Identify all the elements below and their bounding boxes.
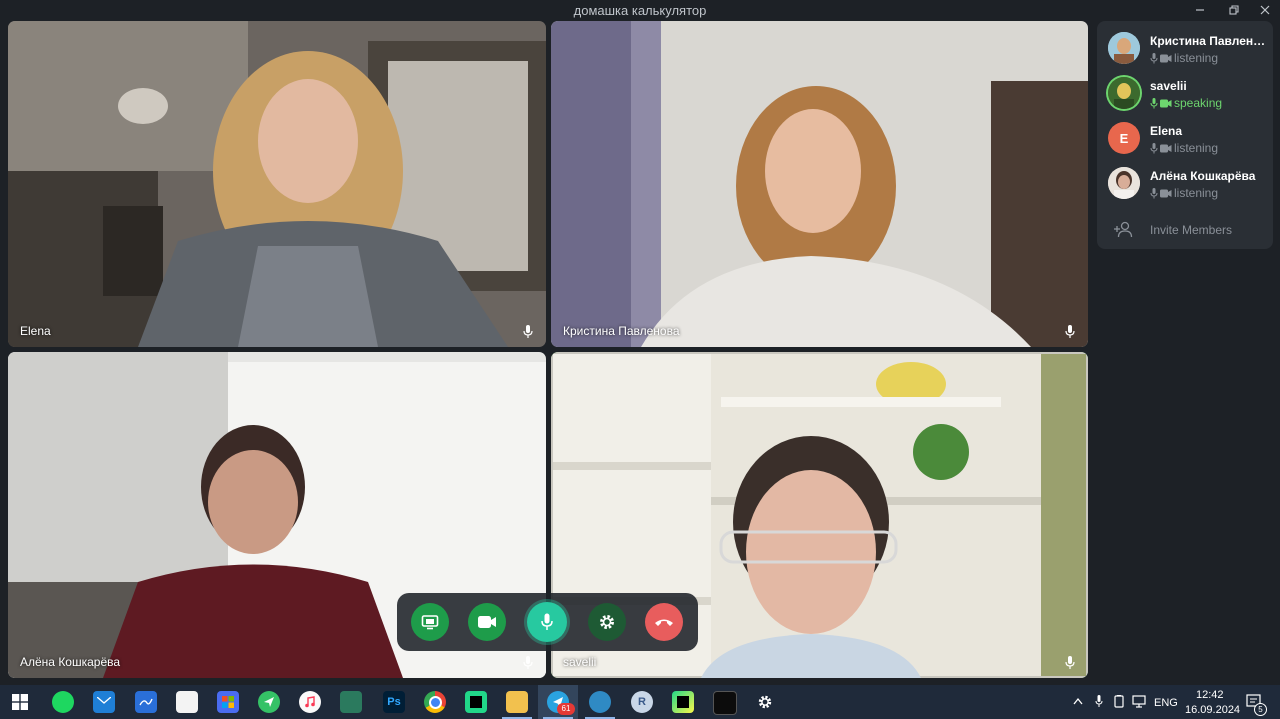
video-tile-elena[interactable]: Elena [8,21,546,347]
invite-members-button[interactable]: Invite Members [1097,218,1273,242]
edge-icon[interactable] [589,691,611,713]
member-status: listening [1150,51,1218,65]
add-user-icon [1114,221,1133,238]
video-camera-icon [1160,54,1172,62]
participant-video [8,21,546,347]
vpn-icon[interactable] [258,691,280,713]
tray-chevron-up-icon[interactable] [1073,697,1083,705]
telegram-unread-badge: 61 [557,703,575,715]
window-title: домашка калькулятор [573,3,707,18]
mail-icon[interactable] [93,691,115,713]
microphone-toggle-button[interactable] [527,602,567,642]
microphone-icon [523,325,533,338]
terminal-icon[interactable] [713,691,737,715]
microphone-icon [523,656,533,669]
member-row-alena[interactable]: Алёна Кошкарёва listening [1097,162,1273,204]
minimize-icon [1196,9,1204,11]
notification-count-badge: 5 [1254,703,1267,716]
avatar: E [1108,122,1140,154]
microphone-icon [541,613,553,630]
close-button[interactable] [1255,2,1275,18]
clock-date[interactable]: 16.09.2024 [1185,704,1240,716]
microphone-icon [1150,52,1158,63]
avatar [1108,77,1140,109]
chrome-icon[interactable] [424,691,446,713]
restore-button[interactable] [1224,2,1244,18]
clock-time[interactable]: 12:42 [1196,689,1224,701]
member-name: Elena [1150,124,1183,138]
gear-icon [599,614,615,630]
call-settings-button[interactable] [588,603,626,641]
rstudio-icon[interactable]: R [631,691,653,713]
member-status-label: speaking [1174,96,1223,110]
tray-battery-icon[interactable] [1113,695,1125,708]
invite-members-label: Invite Members [1150,223,1233,237]
video-camera-icon [1160,189,1172,197]
photoshop-icon[interactable]: Ps [383,691,405,713]
pycharm-ce-icon[interactable] [672,691,694,713]
document-icon[interactable] [176,691,198,713]
avatar [1108,167,1140,199]
member-status: listening [1150,186,1218,200]
window-titlebar: домашка калькулятор [0,0,1280,20]
member-status: speaking [1150,96,1222,110]
microphone-icon [1065,656,1075,669]
publisher-icon[interactable] [340,691,362,713]
tray-network-icon[interactable] [1132,695,1146,708]
hang-up-icon [655,619,673,626]
windows-logo-icon [12,694,28,710]
member-name: Кристина Павленова [1150,34,1268,48]
restore-icon [1229,5,1239,15]
share-screen-icon [421,615,439,630]
start-button[interactable] [9,691,31,713]
music-icon[interactable] [299,691,321,713]
minimize-button[interactable] [1190,2,1210,18]
tray-microphone-icon[interactable] [1095,695,1103,708]
video-tile-kristina[interactable]: Кристина Павленова [551,21,1088,347]
whiteboard-icon[interactable] [135,691,157,713]
screen-share-button[interactable] [411,603,449,641]
microphone-icon [1150,187,1158,198]
video-camera-icon [1160,144,1172,152]
camera-toggle-button[interactable] [468,603,506,641]
windows-taskbar: Ps 61 R ENG 12:42 16.09.2024 5 [0,685,1280,719]
member-name: Алёна Кошкарёва [1150,169,1256,183]
member-name: savelii [1150,79,1187,93]
participant-video [551,21,1088,347]
microphone-icon [1150,142,1158,153]
video-camera-icon [478,616,496,628]
participant-name: savelii [563,655,597,669]
member-row-savelii[interactable]: savelii speaking [1097,72,1273,114]
language-indicator[interactable]: ENG [1154,697,1178,709]
avatar [1108,32,1140,64]
avatar-initial: E [1119,130,1129,146]
spotify-icon[interactable] [52,691,74,713]
call-controls [397,593,698,651]
close-icon [1260,5,1270,15]
store-icon[interactable] [217,691,239,713]
video-camera-icon [1160,99,1172,107]
participant-name: Elena [20,324,51,338]
microphone-icon [1065,325,1075,338]
file-explorer-icon[interactable] [506,691,528,713]
settings-icon[interactable] [754,691,776,713]
member-row-kristina[interactable]: Кристина Павленова listening [1097,27,1273,69]
participant-name: Алёна Кошкарёва [20,655,121,669]
member-status: listening [1150,141,1218,155]
members-panel: Кристина Павленова listening savelii spe… [1097,21,1273,249]
microphone-icon [1150,97,1158,108]
pycharm-icon[interactable] [465,691,487,713]
member-status-label: listening [1174,186,1219,200]
member-row-elena[interactable]: E Elena listening [1097,117,1273,159]
member-status-label: listening [1174,141,1219,155]
end-call-button[interactable] [645,603,683,641]
participant-name: Кристина Павленова [563,324,680,338]
member-status-label: listening [1174,51,1219,65]
